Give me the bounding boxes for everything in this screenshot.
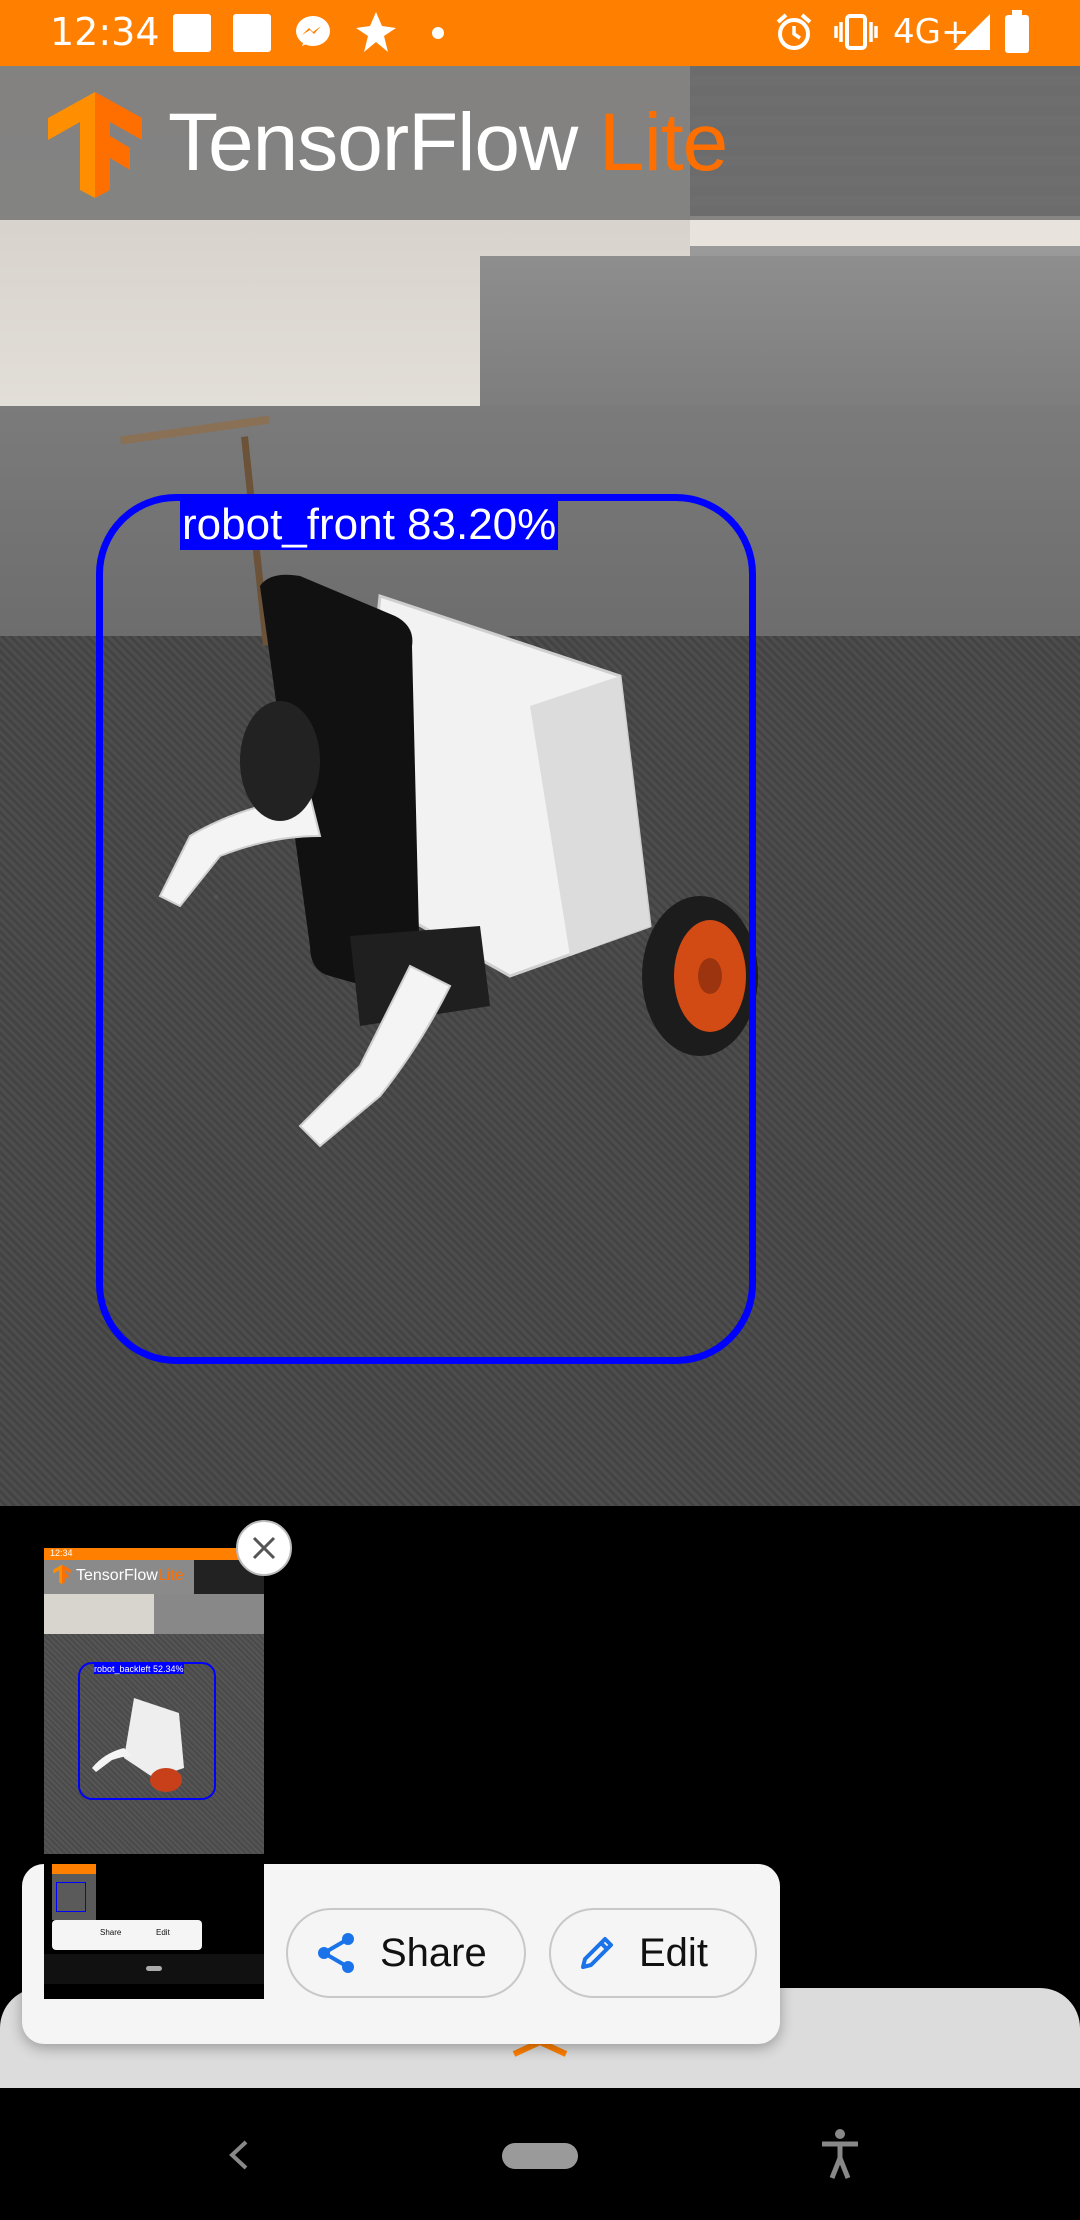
mini-share-label: Share [100,1928,122,1937]
app-square-icon [173,14,211,52]
status-bar: 12:34 4G+ [0,0,1080,66]
mini-edit-label: Edit [156,1928,170,1937]
vibrate-icon [834,14,878,50]
screenshot-thumbnail[interactable]: 12:34 TensorFlowLite robot_backleft 52.3… [44,1548,264,1854]
share-label: Share [380,1930,487,1975]
thumb-time: 12:34 [50,1548,73,1558]
app-title-accent: Lite [599,97,728,188]
app-square-icon [233,14,271,52]
tensorflow-logo [48,92,142,198]
pencil-icon [581,1937,613,1969]
share-icon [318,1933,354,1973]
status-time: 12:34 [50,10,160,54]
edit-label: Edit [639,1930,708,1975]
navigation-bar [0,2088,1080,2220]
share-button[interactable]: Share [286,1908,526,1998]
close-icon [252,1536,276,1560]
app-title-main: TensorFlow [168,97,578,188]
back-icon[interactable] [226,2138,252,2172]
detection-box [96,494,756,1364]
tensorflow-logo [53,1564,71,1584]
battery-icon [1005,10,1029,53]
thumb-title: TensorFlowLite [76,1567,184,1584]
close-thumbnail-button[interactable] [236,1520,292,1576]
edit-button[interactable]: Edit [549,1908,757,1998]
screenshot-thumbnail-secondary[interactable]: Share Edit [44,1854,264,1999]
signal-icon [954,14,990,50]
accessibility-icon[interactable] [818,2128,862,2182]
home-pill-icon[interactable] [502,2143,578,2169]
thumb-detection-label: robot_backleft 52.34% [94,1664,184,1674]
detection-label: robot_front 83.20% [180,500,559,550]
app-title: TensorFlow Lite [168,96,728,190]
app-header: TensorFlow Lite [0,66,1080,220]
messenger-icon [296,16,330,46]
pinwheel-icon [356,12,396,52]
alarm-icon [776,13,812,50]
dot-icon [432,27,444,39]
